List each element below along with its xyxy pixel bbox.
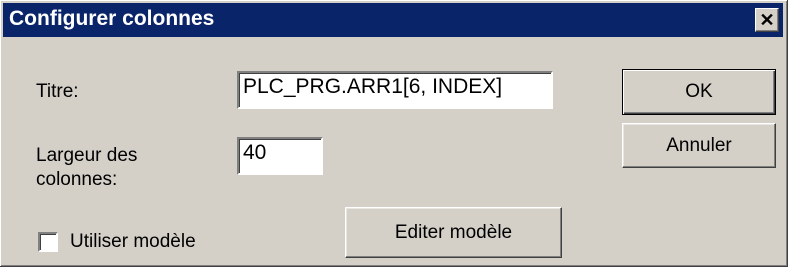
dialog-title: Configurer colonnes xyxy=(9,7,215,30)
title-label: Titre: xyxy=(36,81,79,102)
close-icon: ✕ xyxy=(759,10,775,30)
ok-button[interactable]: OK xyxy=(622,69,776,115)
edit-template-button[interactable]: Editer modèle xyxy=(345,207,562,258)
use-template-checkbox[interactable] xyxy=(38,232,58,252)
edit-template-button-label: Editer modèle xyxy=(394,221,513,243)
configure-columns-dialog: Configurer colonnes ✕ Titre: PLC_PRG.ARR… xyxy=(0,0,788,267)
cancel-button-label: Annuler xyxy=(666,134,732,156)
column-width-label-line2: colonnes: xyxy=(36,169,118,190)
column-width-label-line1: Largeur des xyxy=(36,145,138,166)
close-button[interactable]: ✕ xyxy=(755,8,779,32)
ok-button-label: OK xyxy=(685,81,713,102)
cancel-button[interactable]: Annuler xyxy=(622,123,776,168)
title-bar[interactable]: Configurer colonnes ✕ xyxy=(3,3,783,37)
column-width-field[interactable]: 40 xyxy=(237,137,323,175)
title-field[interactable]: PLC_PRG.ARR1[6, INDEX] xyxy=(237,71,553,109)
use-template-label[interactable]: Utiliser modèle xyxy=(70,231,196,253)
